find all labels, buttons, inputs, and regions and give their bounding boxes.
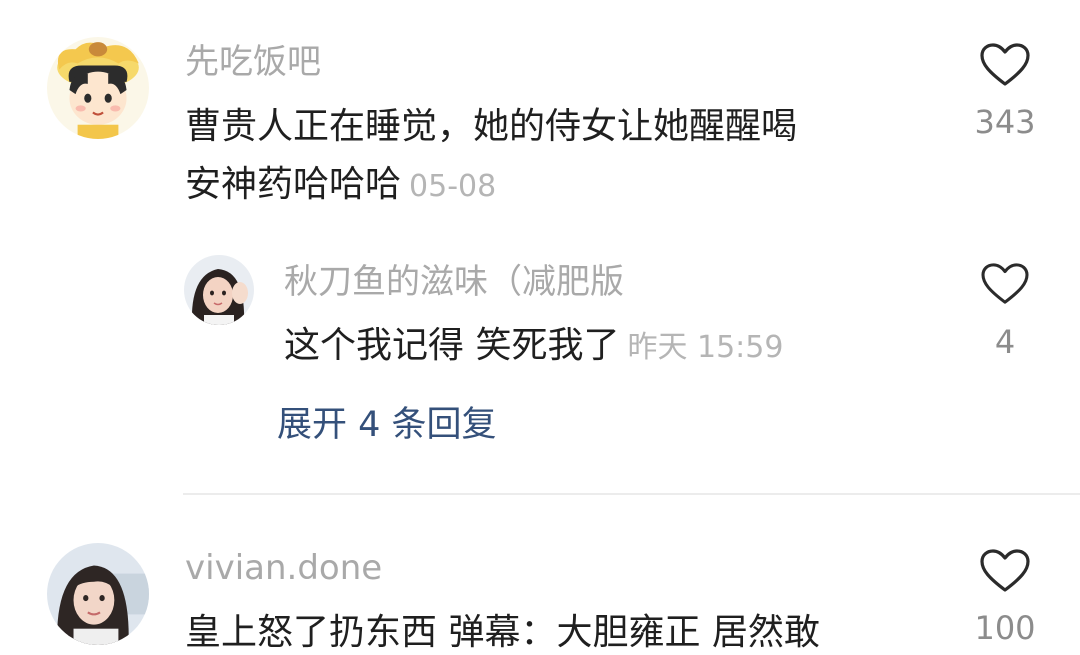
- comment-username[interactable]: vivian.done: [185, 548, 382, 588]
- comment-timestamp: 05-08: [409, 169, 497, 204]
- like-button[interactable]: 100: [960, 548, 1050, 648]
- like-count: 100: [974, 609, 1036, 647]
- heart-outline-icon: [981, 263, 1029, 304]
- reply-item: 秋刀鱼的滋味（减肥版 这个我记得 笑死我了 昨天 15:59 4: [0, 240, 1080, 380]
- comment-text: 曹贵人正在睡觉，她的侍女让她醒醒喝 安神药哈哈哈 05-08: [185, 98, 945, 216]
- comment-text: 皇上怒了扔东西 弹幕：大胆雍正 居然敢: [185, 604, 945, 655]
- cartoon-girl-avatar-icon: [47, 37, 149, 139]
- comment-item: 先吃饭吧 曹贵人正在睡觉，她的侍女让她醒醒喝 安神药哈哈哈 05-08 343: [0, 0, 1080, 240]
- comment-text-line: 皇上怒了扔东西 弹幕：大胆雍正 居然敢: [185, 612, 820, 653]
- avatar[interactable]: [47, 37, 149, 139]
- avatar[interactable]: [184, 255, 254, 325]
- comment-username[interactable]: 先吃饭吧: [185, 42, 321, 82]
- like-count: 343: [974, 103, 1036, 141]
- comment-divider: [183, 493, 1080, 495]
- reply-text: 这个我记得 笑死我了 昨天 15:59: [284, 317, 904, 377]
- comment-text-line: 安神药哈哈哈: [185, 164, 402, 205]
- reply-username[interactable]: 秋刀鱼的滋味（减肥版: [284, 262, 624, 302]
- girl-photo-avatar-icon: [184, 255, 254, 325]
- heart-outline-icon: [980, 549, 1030, 592]
- comment-item: vivian.done 皇上怒了扔东西 弹幕：大胆雍正 居然敢 100: [0, 500, 1080, 655]
- woman-photo-avatar-icon: [47, 543, 149, 645]
- reply-timestamp: 昨天 15:59: [627, 330, 784, 365]
- like-button[interactable]: 4: [960, 262, 1050, 362]
- like-count: 4: [994, 323, 1016, 361]
- comment-text-line: 曹贵人正在睡觉，她的侍女让她醒醒喝: [185, 106, 798, 147]
- avatar[interactable]: [47, 543, 149, 645]
- reply-text-content: 这个我记得 笑死我了: [284, 325, 620, 366]
- like-button[interactable]: 343: [960, 42, 1050, 142]
- heart-outline-icon: [980, 43, 1030, 86]
- expand-replies-link[interactable]: 展开 4 条回复: [277, 403, 497, 447]
